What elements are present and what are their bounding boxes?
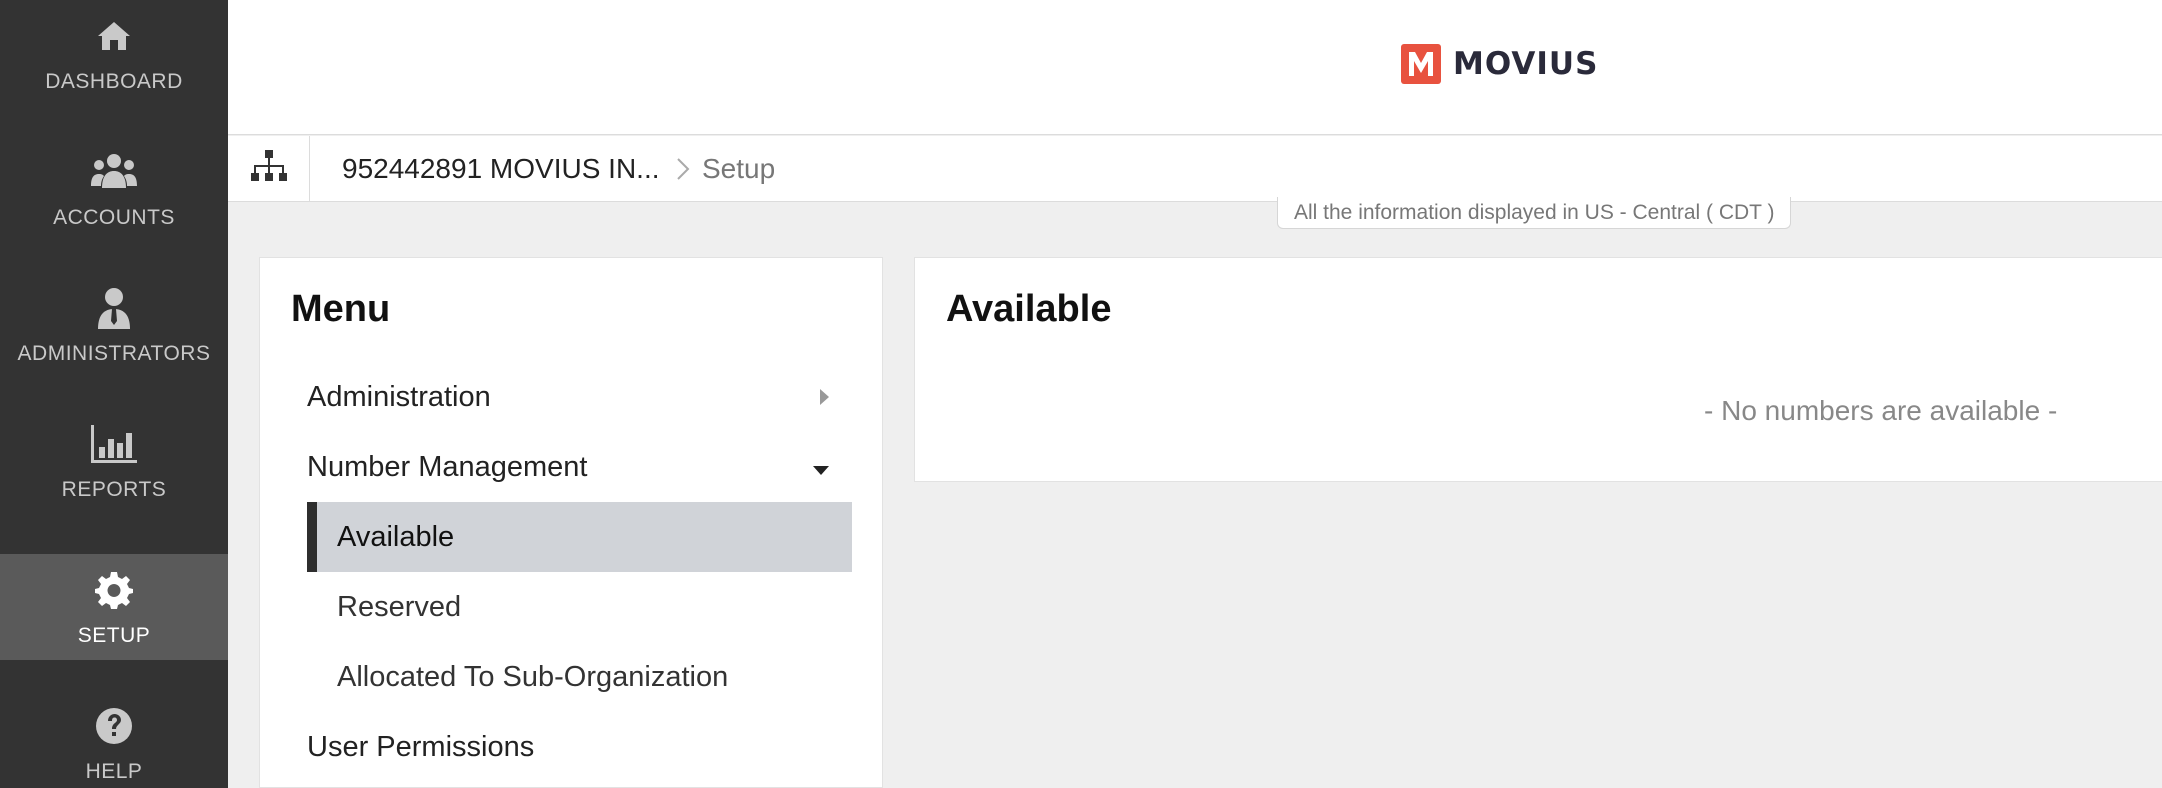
org-hierarchy-button[interactable]	[228, 136, 310, 201]
menu-panel: Menu Administration Number Management Av…	[259, 257, 883, 788]
breadcrumb-org-link[interactable]: 952442891 MOVIUS IN...	[342, 153, 660, 185]
logo-text: MOVIUS	[1453, 46, 1599, 82]
available-numbers-panel: Available - No numbers are available -	[914, 257, 2162, 482]
menu-subitem-reserved[interactable]: Reserved	[307, 572, 852, 642]
top-header: MOVIUS	[228, 0, 2162, 135]
sidebar-item-label: ACCOUNTS	[53, 206, 175, 229]
caret-down-icon	[812, 451, 830, 484]
gear-icon	[95, 570, 133, 610]
sidebar-item-label: ADMINISTRATORS	[17, 342, 211, 365]
menu-title: Menu	[291, 288, 391, 330]
menu-subitem-label: Available	[337, 520, 455, 553]
sidebar-item-label: HELP	[85, 760, 143, 783]
app: DASHBOARD ACCOUNTS ADMINISTRATORS REPORT…	[0, 0, 2162, 788]
movius-logo: MOVIUS	[1401, 44, 1598, 84]
available-title: Available	[946, 288, 1112, 330]
question-circle-icon	[95, 706, 133, 746]
chevron-right-icon	[670, 154, 696, 184]
sidebar-item-label: SETUP	[77, 624, 151, 647]
sidebar-item-help[interactable]: HELP	[0, 690, 228, 788]
users-icon	[91, 152, 137, 192]
menu-item-number-management[interactable]: Number Management	[307, 432, 842, 502]
menu-item-user-permissions[interactable]: User Permissions	[307, 712, 842, 782]
sidebar-item-accounts[interactable]: ACCOUNTS	[0, 136, 228, 242]
sidebar-item-dashboard[interactable]: DASHBOARD	[0, 0, 228, 106]
breadcrumb: 952442891 MOVIUS IN... Setup	[228, 136, 2162, 202]
menu-item-administration[interactable]: Administration	[307, 362, 842, 432]
empty-state-message: - No numbers are available -	[1704, 395, 2058, 426]
sidebar-item-label: REPORTS	[61, 478, 167, 501]
org-hierarchy-icon	[250, 149, 288, 188]
sidebar: DASHBOARD ACCOUNTS ADMINISTRATORS REPORT…	[0, 0, 228, 788]
caret-right-icon	[818, 381, 830, 414]
menu-item-label: Number Management	[307, 450, 588, 483]
breadcrumb-current: Setup	[702, 153, 776, 184]
menu-item-label: Administration	[307, 380, 491, 413]
bar-chart-icon	[91, 424, 137, 464]
menu-subitem-available[interactable]: Available	[307, 502, 852, 572]
home-icon	[96, 16, 132, 56]
sidebar-item-reports[interactable]: REPORTS	[0, 408, 228, 514]
menu-subitem-allocated-to-sub-organization[interactable]: Allocated To Sub-Organization	[307, 642, 852, 712]
sidebar-item-label: DASHBOARD	[45, 70, 183, 93]
movius-logo-mark	[1401, 44, 1441, 84]
menu-item-label: User Permissions	[307, 730, 535, 763]
menu-subitem-label: Reserved	[337, 590, 462, 623]
timezone-notice: All the information displayed in US - Ce…	[1277, 197, 1792, 229]
admin-user-icon	[94, 288, 134, 329]
menu-subitem-label: Allocated To Sub-Organization	[337, 660, 729, 693]
sidebar-item-setup[interactable]: SETUP	[0, 554, 228, 660]
sidebar-item-administrators[interactable]: ADMINISTRATORS	[0, 272, 228, 378]
